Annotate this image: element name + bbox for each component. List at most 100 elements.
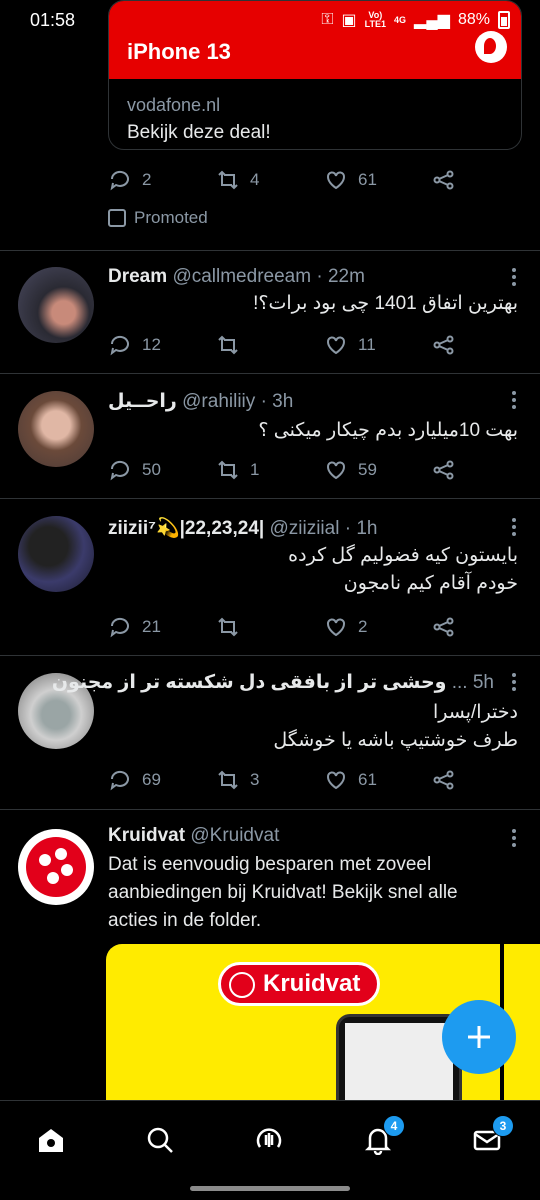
tweet[interactable]: 5h ... وحشی تر از بافقی دل شکسته تر از م… xyxy=(0,655,540,809)
timestamp: · 3h xyxy=(260,391,294,412)
key-icon: ⚿ xyxy=(321,11,334,28)
like-button[interactable]: 61 xyxy=(324,768,377,792)
timeline-feed[interactable]: iPhone 13 vodafone.nl Bekijk deze deal! … xyxy=(0,0,540,1100)
battery-icon xyxy=(498,11,510,29)
handle[interactable]: ... xyxy=(452,672,468,693)
retweet-icon xyxy=(218,460,238,480)
volte-bottom: LTE1 xyxy=(364,19,386,29)
reply-icon xyxy=(110,170,129,191)
share-icon xyxy=(433,170,454,190)
like-button[interactable]: 11 xyxy=(324,333,376,357)
reply-count: 50 xyxy=(142,460,161,479)
retweet-button[interactable]: 3 xyxy=(216,768,259,792)
retweet-button[interactable] xyxy=(216,333,250,357)
tweet-actions: 50 1 59 xyxy=(108,455,468,485)
avatar[interactable] xyxy=(18,267,94,343)
reply-button[interactable]: 50 xyxy=(108,458,161,482)
more-options-icon[interactable] xyxy=(512,518,518,539)
nav-notifications[interactable]: 4 xyxy=(363,1115,405,1156)
reply-count: 12 xyxy=(142,335,161,354)
handle[interactable]: @Kruidvat xyxy=(190,825,279,846)
lock-icon: ▣ xyxy=(341,12,357,29)
promo-cta: Bekijk deze deal! xyxy=(127,122,271,143)
display-name[interactable]: راحــیل xyxy=(108,391,177,412)
bottom-navigation: 4 3 xyxy=(0,1100,540,1200)
retweet-icon xyxy=(218,335,238,355)
heart-icon xyxy=(327,461,345,480)
retweet-icon xyxy=(218,170,238,190)
reply-button[interactable]: 69 xyxy=(108,768,161,792)
like-button[interactable]: 2 xyxy=(324,615,367,639)
promo-actions: 2 4 61 xyxy=(108,165,468,195)
handle[interactable]: @ziiziial xyxy=(269,518,339,539)
display-name[interactable]: وحشی تر از بافقی دل شکسته تر از مجنون xyxy=(52,672,447,693)
reply-button[interactable]: 12 xyxy=(108,333,161,357)
avatar[interactable] xyxy=(18,391,94,467)
share-button[interactable] xyxy=(432,458,456,482)
messages-badge: 3 xyxy=(492,1115,514,1137)
volte-indicator: Vo) LTE1 xyxy=(365,11,386,29)
share-button[interactable] xyxy=(432,615,456,639)
reply-count: 2 xyxy=(142,170,152,189)
like-button[interactable]: 59 xyxy=(324,458,377,482)
display-name[interactable]: ziizii⁷💫|22,23,24| xyxy=(108,518,264,539)
compose-tweet-button[interactable] xyxy=(442,1000,516,1074)
timestamp: · 1h xyxy=(344,518,378,539)
retweet-count: 1 xyxy=(250,460,260,479)
share-button[interactable] xyxy=(432,333,456,357)
retweet-count: 4 xyxy=(250,170,260,189)
more-options-icon[interactable] xyxy=(512,829,518,850)
nav-search[interactable] xyxy=(145,1125,175,1155)
tweet-text-line: خودم آقام کیم نامجون xyxy=(343,573,518,594)
display-name[interactable]: Kruidvat xyxy=(108,825,185,846)
more-options-icon[interactable] xyxy=(512,673,518,694)
handle[interactable]: @rahiliiy xyxy=(182,391,255,412)
home-indicator[interactable] xyxy=(190,1186,350,1191)
share-icon xyxy=(433,460,454,480)
retweet-button[interactable]: 4 xyxy=(216,168,259,192)
share-icon xyxy=(433,617,454,637)
retweet-button[interactable]: 1 xyxy=(216,458,259,482)
heart-icon xyxy=(327,171,345,190)
tweet-header: 5h ... وحشی تر از بافقی دل شکسته تر از م… xyxy=(52,671,494,694)
like-count: 61 xyxy=(358,770,377,789)
more-options-icon[interactable] xyxy=(512,391,518,412)
nav-spaces[interactable] xyxy=(254,1125,284,1155)
notifications-badge: 4 xyxy=(383,1115,405,1137)
tweet[interactable]: راحــیل @rahiliiy · 3h بهت 10میلیارد بدم… xyxy=(0,373,540,498)
like-button[interactable]: 61 xyxy=(324,168,377,192)
tweet[interactable]: Dream @callmedreeam · 22m بهترین اتفاق 1… xyxy=(0,250,540,373)
network-type: 4G xyxy=(394,14,407,25)
promo-domain: vodafone.nl xyxy=(127,95,221,115)
tweet-actions: 21 2 xyxy=(108,612,468,642)
reply-icon xyxy=(110,460,129,481)
more-options-icon[interactable] xyxy=(512,268,518,289)
share-button[interactable] xyxy=(432,768,456,792)
reply-button[interactable]: 2 xyxy=(108,168,151,192)
tweet-header: Kruidvat @Kruidvat xyxy=(108,825,500,847)
nav-messages[interactable]: 3 xyxy=(472,1115,514,1155)
search-icon xyxy=(147,1127,173,1153)
avatar[interactable] xyxy=(18,516,94,592)
tweet-text: Dat is eenvoudig besparen met zoveel aan… xyxy=(108,854,458,931)
tweet[interactable]: ziizii⁷💫|22,23,24| @ziiziial · 1h بایستو… xyxy=(0,498,540,655)
timestamp: 5h xyxy=(472,672,494,693)
tweet-actions: 12 11 xyxy=(108,330,468,360)
retweet-button[interactable] xyxy=(216,615,250,639)
retweet-count: 3 xyxy=(250,770,260,789)
like-count: 61 xyxy=(358,170,377,189)
display-name[interactable]: Dream xyxy=(108,266,167,287)
share-button[interactable] xyxy=(432,168,456,192)
avatar[interactable] xyxy=(18,829,94,905)
handle[interactable]: @callmedreeam xyxy=(172,266,311,287)
share-icon xyxy=(433,770,454,790)
heart-icon xyxy=(327,336,345,355)
retweet-icon xyxy=(218,770,238,790)
tweet-text: دخترا/پسرا طرف خوشتیپ باشه یا خوشگل xyxy=(108,699,518,755)
like-count: 2 xyxy=(358,617,368,636)
tweet-text: بهترین اتفاق 1401 چی بود برات؟! xyxy=(253,293,518,314)
nav-home[interactable] xyxy=(36,1125,66,1155)
reply-button[interactable]: 21 xyxy=(108,615,161,639)
share-icon xyxy=(433,335,454,355)
tweet-text-line: دخترا/پسرا xyxy=(433,702,518,723)
